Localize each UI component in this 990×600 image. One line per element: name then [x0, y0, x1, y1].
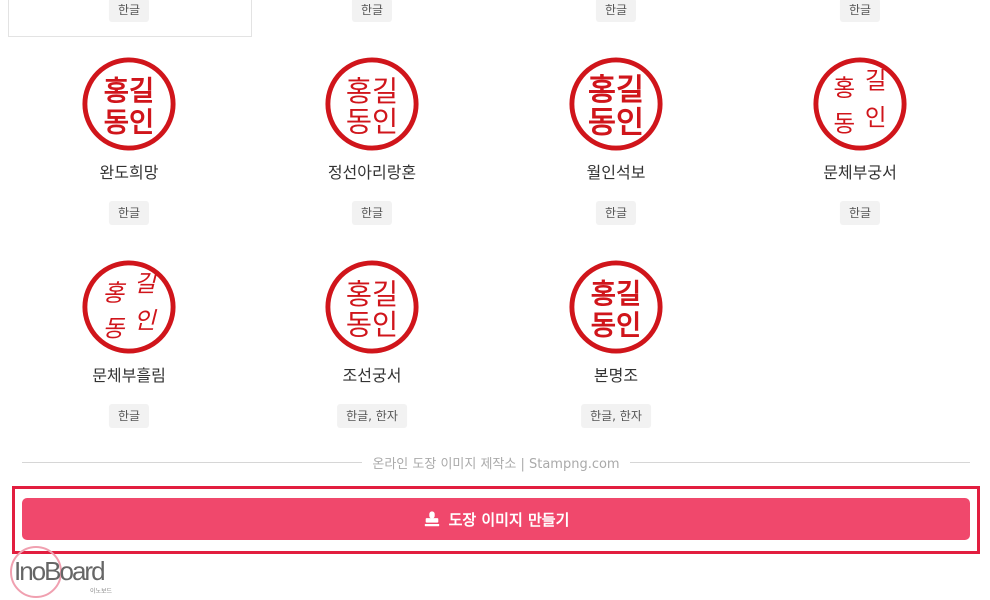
stamp-card-7[interactable]: 홍길 동인 본명조 한글, 한자 — [494, 258, 738, 458]
stamp-image: 홍길 동인 — [323, 55, 421, 153]
font-tag: 한글 — [351, 201, 393, 225]
font-tag: 한글 — [108, 201, 150, 225]
logo-text: InoBoard — [14, 556, 106, 586]
make-stamp-image-button[interactable]: 도장 이미지 만들기 — [22, 498, 970, 540]
svg-text:홍길: 홍길 — [588, 73, 644, 108]
divider-rule-right — [630, 462, 970, 463]
svg-text:홍길: 홍길 — [346, 75, 398, 108]
svg-text:인: 인 — [134, 307, 158, 335]
stamp-card-3[interactable]: 홍길 동인 월인석보 한글 — [494, 55, 738, 255]
svg-text:동인: 동인 — [588, 105, 644, 140]
logo-subtext: 이노보드 — [90, 588, 113, 595]
svg-text:길: 길 — [865, 66, 887, 94]
font-tag: 한글, 한자 — [581, 404, 651, 428]
font-tag: 한글 — [108, 0, 150, 22]
svg-text:동인: 동인 — [591, 310, 642, 341]
stamp-font-name: 조선궁서 — [342, 366, 402, 385]
stamp-card-2[interactable]: 홍길 동인 정선아리랑혼 한글 — [250, 55, 494, 255]
stamp-font-name: 문체부흘림 — [92, 366, 166, 385]
svg-text:홍: 홍 — [102, 279, 126, 307]
stamp-font-name: 완도희망 — [99, 163, 159, 182]
font-tag: 한글 — [839, 201, 881, 225]
stamp-card-1[interactable]: 홍길 동인 완도희망 한글 — [7, 55, 251, 255]
top-row: 한글 한글 한글 한글 — [0, 0, 990, 40]
stamp-card-6[interactable]: 홍길 동인 조선궁서 한글, 한자 — [250, 258, 494, 458]
svg-text:홍길: 홍길 — [591, 279, 642, 310]
stamp-image: 홍 길 동 인 — [811, 55, 909, 153]
stamp-font-name: 본명조 — [593, 366, 639, 385]
stamp-image: 홍길 동인 — [80, 55, 178, 153]
stamp-font-name: 정선아리랑혼 — [327, 163, 417, 182]
stamp-image: 홍 길 동 인 — [80, 258, 178, 356]
stamp-card-5[interactable]: 홍 길 동 인 문체부흘림 한글 — [7, 258, 251, 458]
font-tag: 한글 — [351, 0, 393, 22]
stamp-icon — [423, 510, 441, 528]
svg-text:홍: 홍 — [833, 74, 855, 102]
svg-text:동: 동 — [833, 109, 855, 137]
font-tag: 한글, 한자 — [337, 404, 407, 428]
font-tag: 한글 — [595, 0, 637, 22]
make-button-label: 도장 이미지 만들기 — [448, 510, 570, 529]
svg-text:동인: 동인 — [104, 107, 155, 138]
stamp-image: 홍길 동인 — [323, 258, 421, 356]
font-tag: 한글 — [595, 201, 637, 225]
svg-text:길: 길 — [134, 269, 158, 297]
stamp-image: 홍길 동인 — [567, 258, 665, 356]
svg-text:홍길: 홍길 — [104, 76, 155, 107]
svg-text:동: 동 — [102, 314, 125, 342]
stamp-card-4[interactable]: 홍 길 동 인 문체부궁서 한글 — [738, 55, 982, 255]
svg-text:인: 인 — [865, 104, 887, 132]
svg-text:동인: 동인 — [346, 308, 398, 341]
svg-text:홍길: 홍길 — [346, 278, 398, 311]
footer-divider: 온라인 도장 이미지 제작소 | Stampng.com — [22, 452, 970, 472]
stamp-image: 홍길 동인 — [567, 55, 665, 153]
svg-text:동인: 동인 — [346, 105, 398, 138]
stamp-font-name: 문체부궁서 — [823, 163, 897, 182]
font-tag: 한글 — [108, 404, 150, 428]
font-tag: 한글 — [839, 0, 881, 22]
stamp-font-name: 월인석보 — [586, 163, 646, 182]
inoboard-logo: InoBoard 이노보드 — [10, 544, 130, 598]
